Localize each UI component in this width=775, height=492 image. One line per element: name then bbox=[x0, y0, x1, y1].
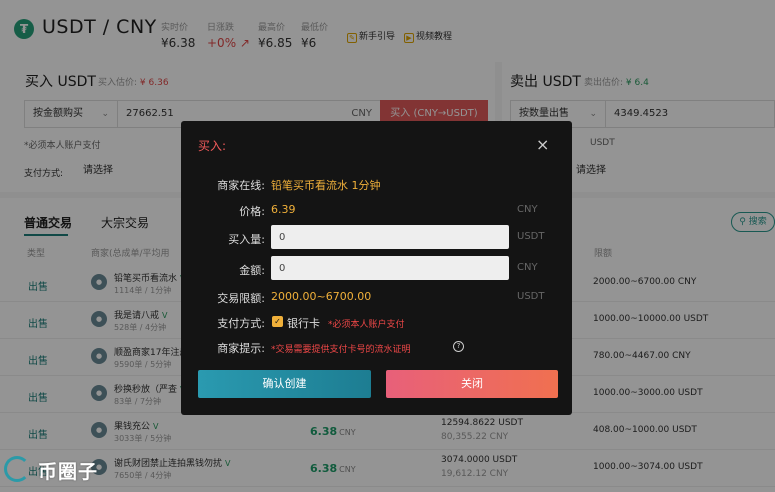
price-unit: CNY bbox=[517, 204, 538, 215]
buy-modal: 买入: × 商家在线: 铅笔买币看流水 1分钟 价格: 6.39 CNY 买入量… bbox=[181, 121, 572, 415]
help-icon[interactable]: ? bbox=[453, 341, 464, 352]
limit-value: 2000.00~6700.00 bbox=[271, 290, 372, 303]
checkbox-icon[interactable]: ✓ bbox=[272, 316, 283, 327]
pay-label: 支付方式: bbox=[217, 317, 265, 330]
tip-label: 商家提示: bbox=[217, 342, 265, 355]
amount-label: 金额: bbox=[239, 264, 265, 277]
watermark-circle-icon bbox=[4, 456, 30, 482]
price-label: 价格: bbox=[239, 205, 265, 218]
watermark-text: 币圈子 bbox=[38, 461, 99, 483]
pay-note: *必须本人账户支付 bbox=[328, 320, 405, 330]
tip-value: *交易需要提供支付卡号的流水证明 bbox=[271, 345, 411, 355]
modal-title: 买入: bbox=[198, 139, 227, 153]
price-value: 6.39 bbox=[271, 203, 296, 216]
buy-qty-label: 买入量: bbox=[228, 233, 265, 246]
limit-label: 交易限额: bbox=[217, 292, 265, 305]
close-icon[interactable]: × bbox=[536, 137, 549, 153]
merchant-label: 商家在线: bbox=[217, 179, 265, 192]
limit-unit: USDT bbox=[517, 291, 545, 302]
buy-qty-unit: USDT bbox=[517, 231, 545, 242]
amount-input[interactable] bbox=[271, 256, 509, 280]
merchant-value: 铅笔买币看流水 1分钟 bbox=[271, 179, 381, 192]
confirm-button[interactable]: 确认创建 bbox=[198, 370, 371, 398]
pay-value: 银行卡 bbox=[287, 317, 320, 330]
amount-unit: CNY bbox=[517, 262, 538, 273]
close-button[interactable]: 关闭 bbox=[386, 370, 558, 398]
buy-qty-input[interactable] bbox=[271, 225, 509, 249]
watermark-logo: 币圈子 bbox=[2, 452, 122, 488]
